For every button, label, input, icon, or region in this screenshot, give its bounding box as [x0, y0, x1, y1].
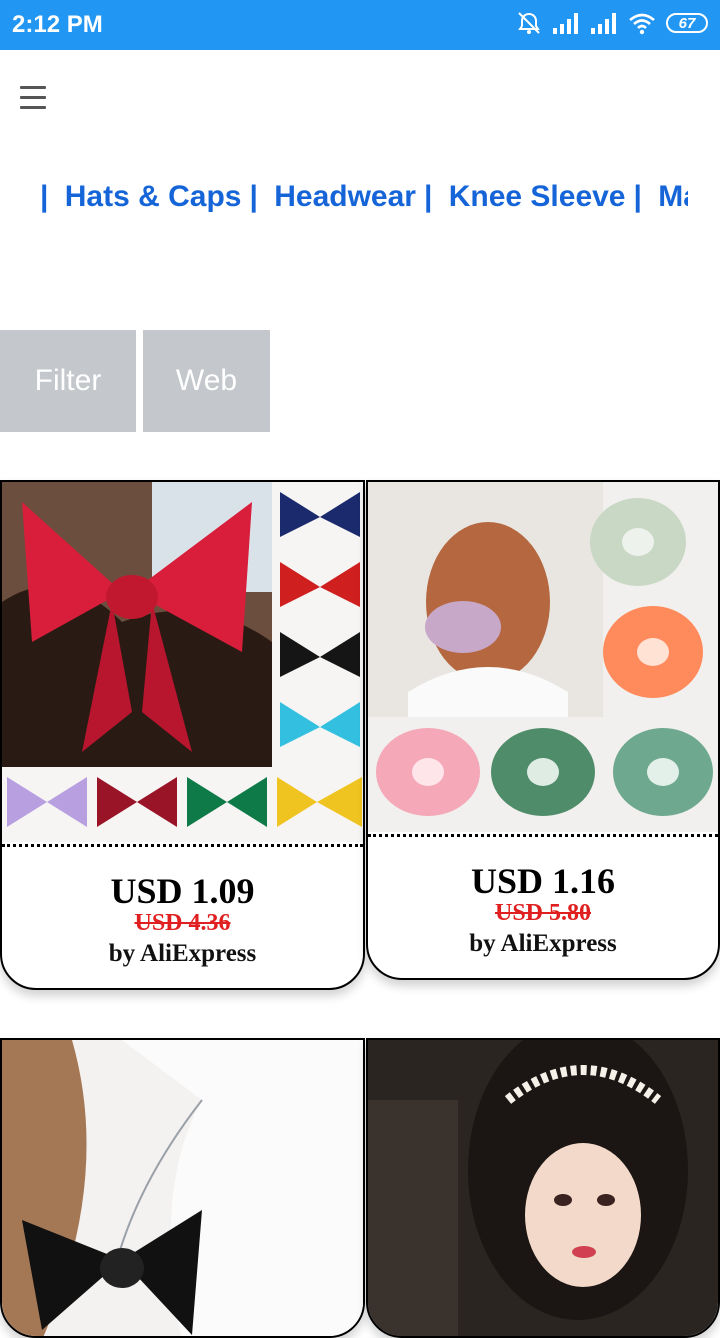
battery-icon: 67 [666, 13, 708, 33]
product-card[interactable]: USD 1.09 USD 4.36 by AliExpress [0, 480, 365, 990]
category-knee-sleeve[interactable]: Knee Sleeve [449, 180, 626, 213]
web-button[interactable]: Web [143, 330, 270, 432]
category-bar: | Hats & Caps| Headwear| Knee Sleeve| Ma [40, 180, 688, 228]
product-old-price: USD 4.36 [134, 910, 231, 936]
product-price: USD 1.09 [110, 871, 255, 911]
product-card[interactable] [0, 1038, 365, 1338]
status-time: 2:12 PM [12, 11, 103, 38]
product-card[interactable]: USD 1.16 USD 5.80 by AliExpress [366, 480, 720, 980]
hamburger-menu-icon[interactable] [20, 86, 46, 112]
wifi-icon [629, 13, 655, 35]
category-separator: | [423, 180, 433, 213]
card-divider [2, 844, 363, 847]
status-icons: 67 [516, 10, 708, 36]
category-headwear[interactable]: Headwear [274, 180, 416, 213]
category-separator: | [633, 180, 642, 213]
product-seller: by AliExpress [108, 940, 257, 967]
category-separator: | [249, 180, 258, 213]
battery-level: 67 [678, 14, 696, 32]
status-bar: 2:12 PM 67 [0, 0, 720, 50]
alarm-off-icon [518, 12, 540, 34]
signal-icon [591, 13, 616, 34]
category-separator: | [40, 180, 49, 213]
product-card[interactable] [366, 1038, 720, 1338]
product-old-price: USD 5.80 [494, 900, 591, 926]
web-button-label: Web [175, 364, 238, 397]
pearl-headband-image [368, 1040, 718, 1336]
category-more[interactable]: Ma [658, 180, 688, 213]
product-price: USD 1.16 [470, 861, 616, 901]
bow-hair-clips-image [2, 482, 363, 842]
category-hats-caps[interactable]: Hats & Caps [65, 180, 242, 213]
filter-button[interactable]: Filter [0, 330, 136, 432]
organza-scrunchies-image [368, 482, 718, 832]
signal-icon [553, 13, 578, 34]
card-divider [368, 834, 718, 837]
product-seller: by AliExpress [469, 930, 617, 957]
black-bow-braid-image [2, 1040, 363, 1336]
filter-button-label: Filter [34, 364, 102, 397]
